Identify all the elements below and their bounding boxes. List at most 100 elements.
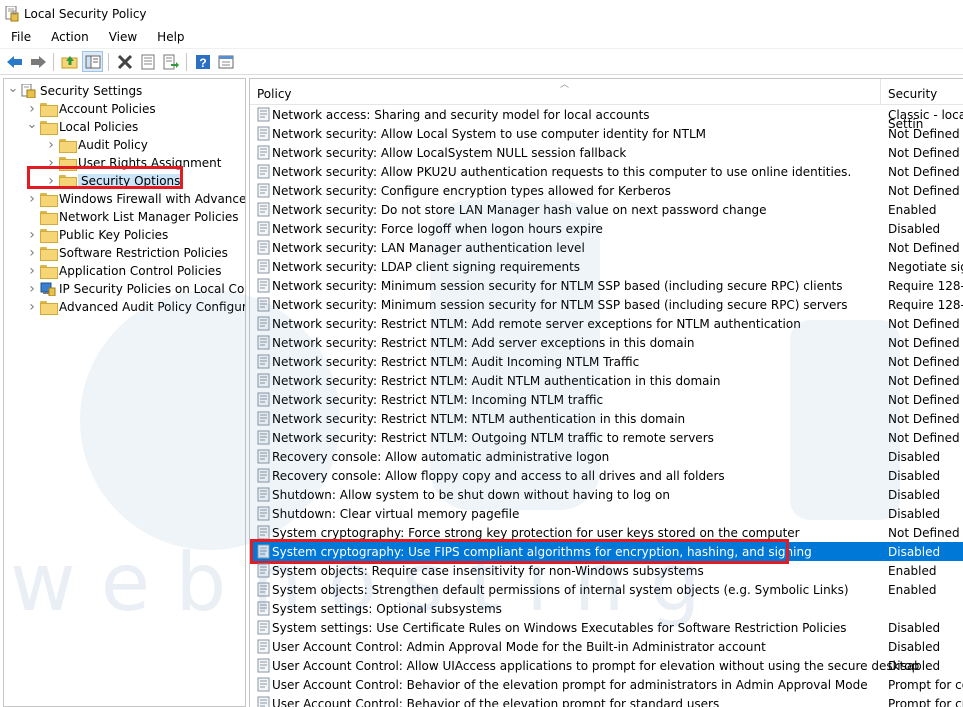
policy-row[interactable]: Network security: Restrict NTLM: Add ser… [250,333,963,352]
policy-row[interactable]: Network access: Sharing and security mod… [250,105,963,124]
list-header: ︿ Policy Security Settin [250,79,963,131]
expand-arrow-icon[interactable]: ⌄ [26,115,38,133]
collapse-arrow-icon[interactable]: › [45,136,57,154]
policy-setting-icon [257,278,271,293]
tree-pane[interactable]: ⌄ Security Settings › Account Policies ⌄ Loca… [3,78,246,707]
policy-row[interactable]: Network security: LAN Manager authentica… [250,238,963,257]
policy-name: Network access: Sharing and security mod… [272,107,650,122]
policy-setting-icon [257,145,271,160]
policy-security-setting: Not Defined [888,354,960,369]
policy-name: Network security: Configure encryption t… [272,183,671,198]
policy-security-setting: Not Defined [888,183,960,198]
policy-row[interactable]: User Account Control: Behavior of the el… [250,694,963,707]
tree-item-ip-security-policies-on-local-compute[interactable]: › IP Security Policies on Local Compute [26,280,245,298]
policy-setting-icon [257,430,271,445]
policy-security-setting: Not Defined [888,164,960,179]
delete-icon[interactable] [114,51,135,72]
collapse-arrow-icon[interactable]: › [26,262,38,280]
policy-row[interactable]: Network security: Minimum session securi… [250,276,963,295]
policy-name: System settings: Use Certificate Rules o… [272,620,847,635]
tree-item-public-key-policies[interactable]: › Public Key Policies [26,226,168,244]
menu-help[interactable]: Help [147,28,194,47]
console-icon[interactable] [215,51,236,72]
policy-row[interactable]: System objects: Require case insensitivi… [250,561,963,580]
column-header-security-setting[interactable]: Security Settin [881,79,963,131]
policy-name: System objects: Require case insensitivi… [272,563,704,578]
policy-row[interactable]: Network security: Restrict NTLM: Add rem… [250,314,963,333]
policy-security-setting: Not Defined [888,430,960,445]
policy-row[interactable]: User Account Control: Behavior of the el… [250,675,963,694]
tree-item-local-policies[interactable]: ⌄ Local Policies [26,115,138,136]
policy-row[interactable]: Network security: Allow Local System to … [250,124,963,143]
tree-item-label: Account Policies [59,102,156,116]
export-list-icon[interactable] [160,51,181,72]
policy-security-setting: Not Defined [888,240,960,255]
policy-row[interactable]: Recovery console: Allow floppy copy and … [250,466,963,485]
policy-list-pane[interactable]: ︿ Policy Security Settin Network access:… [249,78,963,707]
tree-item-windows-firewall-with-advanced-secu[interactable]: › Windows Firewall with Advanced Secu [26,190,245,208]
policy-name: Network security: LDAP client signing re… [272,259,581,274]
expand-arrow-icon[interactable]: ⌄ [7,79,19,97]
policy-row[interactable]: Network security: Allow PKU2U authentica… [250,162,963,181]
policy-row[interactable]: User Account Control: Admin Approval Mod… [250,637,963,656]
policy-row[interactable]: Network security: Minimum session securi… [250,295,963,314]
policy-row[interactable]: Network security: Allow LocalSystem NULL… [250,143,963,162]
tree-item-application-control-policies[interactable]: › Application Control Policies [26,262,221,280]
help-icon[interactable]: ? [192,51,213,72]
policy-row[interactable]: Network security: Restrict NTLM: Incomin… [250,390,963,409]
back-icon[interactable] [4,51,25,72]
policy-security-setting: Disabled [888,506,941,521]
policy-setting-icon [257,202,271,217]
policy-row[interactable]: Network security: Force logoff when logo… [250,219,963,238]
policy-name: User Account Control: Behavior of the el… [272,677,868,692]
up-folder-icon[interactable] [59,51,80,72]
policy-row[interactable]: Shutdown: Clear virtual memory pagefile D… [250,504,963,523]
policy-name: Recovery console: Allow floppy copy and … [272,468,725,483]
forward-icon[interactable] [27,51,48,72]
toolbar: ? [0,48,963,75]
policy-row[interactable]: Recovery console: Allow automatic admini… [250,447,963,466]
tree-item-network-list-manager-policies[interactable]: Network List Manager Policies [26,208,239,226]
properties-icon[interactable] [137,51,158,72]
policy-row[interactable]: Network security: LDAP client signing re… [250,257,963,276]
policy-row[interactable]: Network security: Restrict NTLM: Audit I… [250,352,963,371]
collapse-arrow-icon[interactable]: › [26,244,38,262]
tree-item-account-policies[interactable]: › Account Policies [26,100,156,118]
selected-tree-highlight [27,166,183,189]
collapse-arrow-icon[interactable]: › [26,226,38,244]
policy-setting-icon [257,468,271,483]
policy-row[interactable]: System settings: Optional subsystems [250,599,963,618]
collapse-arrow-icon[interactable]: › [26,298,38,316]
policy-row[interactable]: System settings: Use Certificate Rules o… [250,618,963,637]
policy-setting-icon [257,639,271,654]
policy-row[interactable]: Network security: Restrict NTLM: Audit N… [250,371,963,390]
menu-view[interactable]: View [99,28,147,47]
tree-item-software-restriction-policies[interactable]: › Software Restriction Policies [26,244,228,262]
tree-item-security-options[interactable]: › Security Options [27,166,184,190]
column-header-policy[interactable]: Policy [250,79,880,105]
policy-row[interactable]: Network security: Do not store LAN Manag… [250,200,963,219]
collapse-arrow-icon[interactable]: › [26,280,38,298]
policy-row[interactable]: User Account Control: Allow UIAccess app… [250,656,963,675]
policy-name: Shutdown: Clear virtual memory pagefile [272,506,520,521]
tree-item-audit-policy[interactable]: › Audit Policy [45,136,148,154]
policy-security-setting: Not Defined [888,373,960,388]
toolbar-separator [53,52,54,71]
policy-security-setting: Disabled [888,639,941,654]
policy-setting-icon [257,506,271,521]
show-hide-tree-icon[interactable] [82,51,103,72]
policy-row[interactable]: Shutdown: Allow system to be shut down w… [250,485,963,504]
policy-security-setting: Not Defined [888,316,960,331]
policy-row[interactable]: System objects: Strengthen default permi… [250,580,963,599]
policy-row[interactable]: Network security: Restrict NTLM: NTLM au… [250,409,963,428]
policy-row[interactable]: Network security: Configure encryption t… [250,181,963,200]
policy-setting-icon [257,696,271,707]
policy-name: Recovery console: Allow automatic admini… [272,449,610,464]
policy-row[interactable]: Network security: Restrict NTLM: Outgoin… [250,428,963,447]
collapse-arrow-icon[interactable]: › [26,190,38,208]
menu-action[interactable]: Action [41,28,99,47]
policy-setting-icon [257,449,271,464]
tree-item-advanced-audit-policy-configuration[interactable]: › Advanced Audit Policy Configuration [26,298,245,316]
menu-file[interactable]: File [0,28,41,47]
tree-item-security-settings[interactable]: ⌄ Security Settings [7,79,142,100]
